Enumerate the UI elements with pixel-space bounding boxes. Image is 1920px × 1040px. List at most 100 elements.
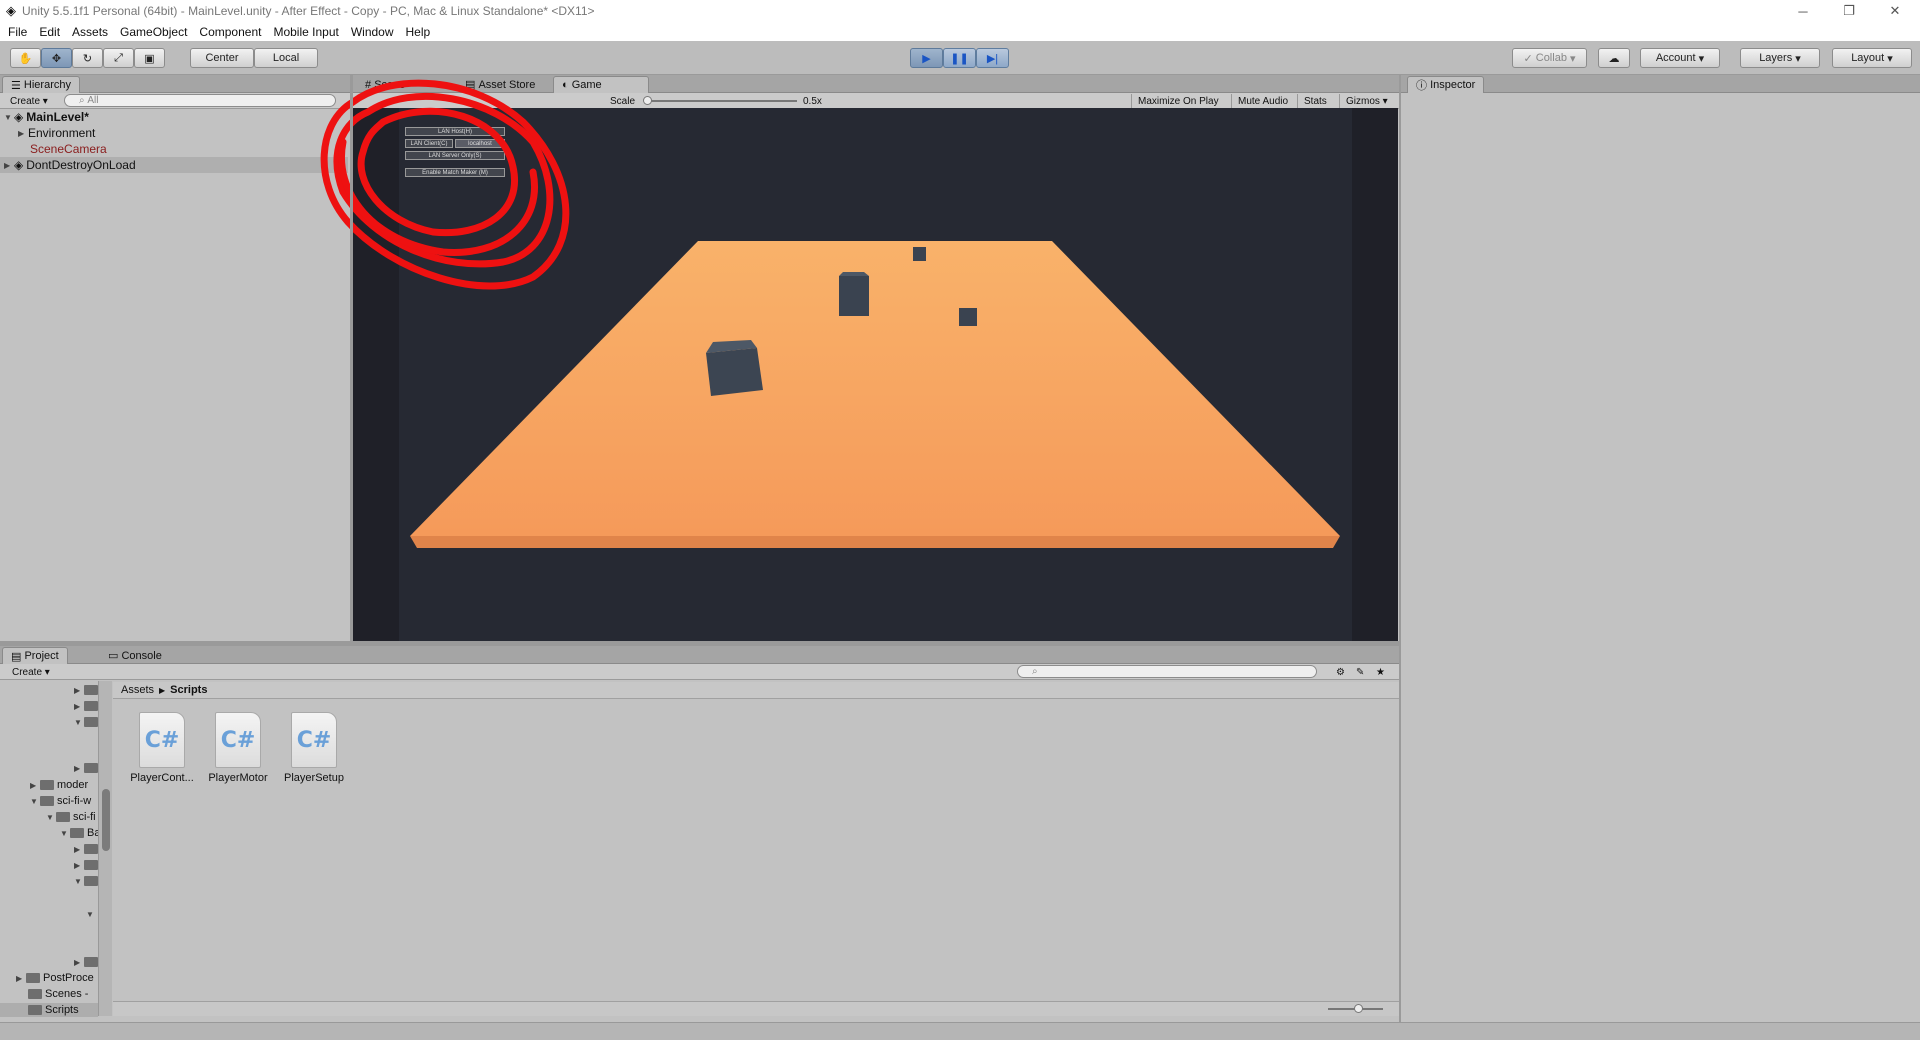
stats-toggle[interactable]: Stats (1297, 94, 1333, 108)
collapse-arrow-icon[interactable]: ▶ (18, 129, 28, 138)
filter-label-icon[interactable]: ✎ (1350, 665, 1370, 679)
tree-folder[interactable]: ▶ (74, 955, 101, 969)
tab-project[interactable]: ▤ Project (2, 647, 68, 664)
folder-icon (26, 973, 40, 983)
tree-label: sci-fi-w (57, 795, 92, 807)
tab-inspector[interactable]: ⓘ Inspector (1407, 76, 1485, 93)
asset-label: PlayerCont... (130, 772, 194, 784)
pivot-center-button[interactable]: Center (190, 48, 254, 68)
folder-icon (84, 957, 98, 967)
inspector-tabbar: ⓘ Inspector (1401, 75, 1920, 93)
folder-icon (70, 828, 84, 838)
menu-component[interactable]: Component (193, 25, 267, 39)
layout-label: Layout (1851, 52, 1885, 64)
account-label: Account (1655, 52, 1696, 64)
pause-button[interactable]: ❚❚ (943, 48, 976, 68)
expand-arrow-icon[interactable]: ▼ (4, 113, 14, 122)
title-bar: ◈ Unity 5.5.1f1 Personal (64bit) - MainL… (0, 0, 1920, 22)
tree-folder[interactable]: ▼ (74, 874, 101, 888)
hierarchy-create-label: Create (10, 95, 41, 107)
tree-folder-postproce[interactable]: ▶ PostProce (16, 971, 94, 985)
hierarchy-row-mainlevel[interactable]: ▼ ◈ MainLevel* (0, 109, 348, 125)
menu-edit[interactable]: Edit (33, 25, 66, 39)
project-create-button[interactable]: Create ▾ (6, 665, 56, 679)
restore-button[interactable]: ❐ (1826, 0, 1872, 22)
play-button[interactable]: ▶ (910, 48, 943, 68)
rect-tool-icon[interactable]: ▣ (134, 48, 165, 68)
hierarchy-search-input[interactable]: ⌕ All (64, 94, 336, 107)
tree-folder[interactable]: ▶ (74, 858, 101, 872)
tree-folder[interactable]: ▶ (74, 683, 101, 697)
tree-folder[interactable]: ▶ (74, 699, 101, 713)
scale-tool-icon[interactable]: ⤢ (103, 48, 134, 68)
unity-scene-icon: ◈ (14, 158, 24, 172)
tree-folder[interactable]: ▶ (74, 761, 101, 775)
hierarchy-row-environment[interactable]: ▶ Environment (0, 125, 348, 141)
hierarchy-create-button[interactable]: Create ▾ (4, 94, 54, 108)
collab-button[interactable]: ✓ Collab ▾ (1512, 48, 1587, 68)
filter-type-icon[interactable]: ⚙ (1330, 665, 1351, 679)
floor-edge (410, 536, 1340, 548)
project-search-input[interactable]: ⌕ (1017, 665, 1317, 678)
vertical-splitter[interactable] (350, 75, 353, 641)
tree-folder-sci-fi-w[interactable]: ▼ sci-fi-w (30, 794, 91, 808)
scale-slider-handle[interactable] (643, 96, 652, 105)
rotate-tool-icon[interactable]: ↻ (72, 48, 103, 68)
tree-arrow[interactable]: ▼ (86, 907, 96, 921)
project-subbar: Create ▾ ⌕ ⚙ ✎ ★ (0, 664, 1399, 680)
dontdestroy-label: DontDestroyOnLoad (26, 158, 136, 172)
gizmos-dropdown[interactable]: Gizmos ▾ (1339, 94, 1394, 108)
collapse-arrow-icon[interactable]: ▶ (4, 161, 14, 170)
account-dropdown[interactable]: Account ▾ (1640, 48, 1720, 68)
mute-audio-toggle[interactable]: Mute Audio (1231, 94, 1294, 108)
hand-tool-icon[interactable]: ✋ (10, 48, 41, 68)
favorite-star-icon[interactable]: ★ (1370, 665, 1391, 679)
menu-file[interactable]: File (2, 25, 33, 39)
layout-dropdown[interactable]: Layout ▾ (1832, 48, 1912, 68)
tree-folder-ba[interactable]: ▼ Ba (60, 826, 100, 840)
menu-window[interactable]: Window (345, 25, 400, 39)
step-button[interactable]: ▶| (976, 48, 1009, 68)
tree-folder-scripts[interactable]: Scripts (0, 1003, 98, 1017)
tab-hierarchy[interactable]: ☰ Hierarchy (2, 76, 80, 93)
close-button[interactable]: ✕ (1872, 0, 1918, 22)
menu-mobile-input[interactable]: Mobile Input (267, 25, 344, 39)
hierarchy-tab-label: Hierarchy (23, 79, 71, 91)
folder-icon (84, 876, 98, 886)
main-toolbar: ✋ ✥ ↻ ⤢ ▣ Center Local ▶ ❚❚ ▶| ✓ Collab … (0, 42, 1920, 75)
scenecamera-label: SceneCamera (30, 142, 107, 156)
collab-label: Collab (1535, 52, 1567, 64)
tree-folder-sci-fi[interactable]: ▼ sci-fi (46, 810, 96, 824)
tree-folder-moder[interactable]: ▶ moder (30, 778, 88, 792)
menu-gameobject[interactable]: GameObject (114, 25, 193, 39)
tree-folder[interactable]: ▶ (74, 842, 101, 856)
tree-folder-scenes[interactable]: Scenes - (28, 987, 88, 1001)
window-title: Unity 5.5.1f1 Personal (64bit) - MainLev… (22, 4, 595, 18)
menu-assets[interactable]: Assets (66, 25, 114, 39)
cloud-icon[interactable]: ☁ (1598, 48, 1630, 68)
asset-playercontroller[interactable]: C# PlayerCont... (122, 712, 202, 784)
minimize-button[interactable]: ─ (1780, 0, 1826, 22)
hierarchy-row-scenecamera[interactable]: SceneCamera (0, 141, 348, 157)
asset-playermotor[interactable]: C# PlayerMotor (198, 712, 278, 784)
unity-scene-icon: ◈ (14, 110, 24, 124)
scale-slider-track[interactable] (647, 100, 797, 102)
move-tool-icon[interactable]: ✥ (41, 48, 72, 68)
breadcrumb-assets[interactable]: Assets (121, 684, 154, 696)
vertical-splitter-right[interactable] (1399, 75, 1401, 1022)
hierarchy-row-dontdestroyonload[interactable]: ▶ ◈ DontDestroyOnLoad (0, 157, 348, 173)
scrollbar-thumb[interactable] (102, 789, 110, 851)
breadcrumb-scripts[interactable]: Scripts (170, 684, 207, 696)
asset-playersetup[interactable]: C# PlayerSetup (274, 712, 354, 784)
menu-help[interactable]: Help (400, 25, 437, 39)
folder-icon (84, 844, 98, 854)
pivot-center-label: Center (205, 52, 239, 64)
tree-folder[interactable]: ▼ (74, 715, 101, 729)
tree-label: PostProce (43, 972, 94, 984)
layers-dropdown[interactable]: Layers ▾ (1740, 48, 1820, 68)
pivot-local-button[interactable]: Local (254, 48, 318, 68)
icon-size-slider-handle[interactable] (1354, 1004, 1363, 1013)
maximize-on-play-toggle[interactable]: Maximize On Play (1131, 94, 1225, 108)
project-tree-scrollbar[interactable] (98, 681, 112, 1016)
tab-console[interactable]: ▭ Console (100, 647, 170, 664)
